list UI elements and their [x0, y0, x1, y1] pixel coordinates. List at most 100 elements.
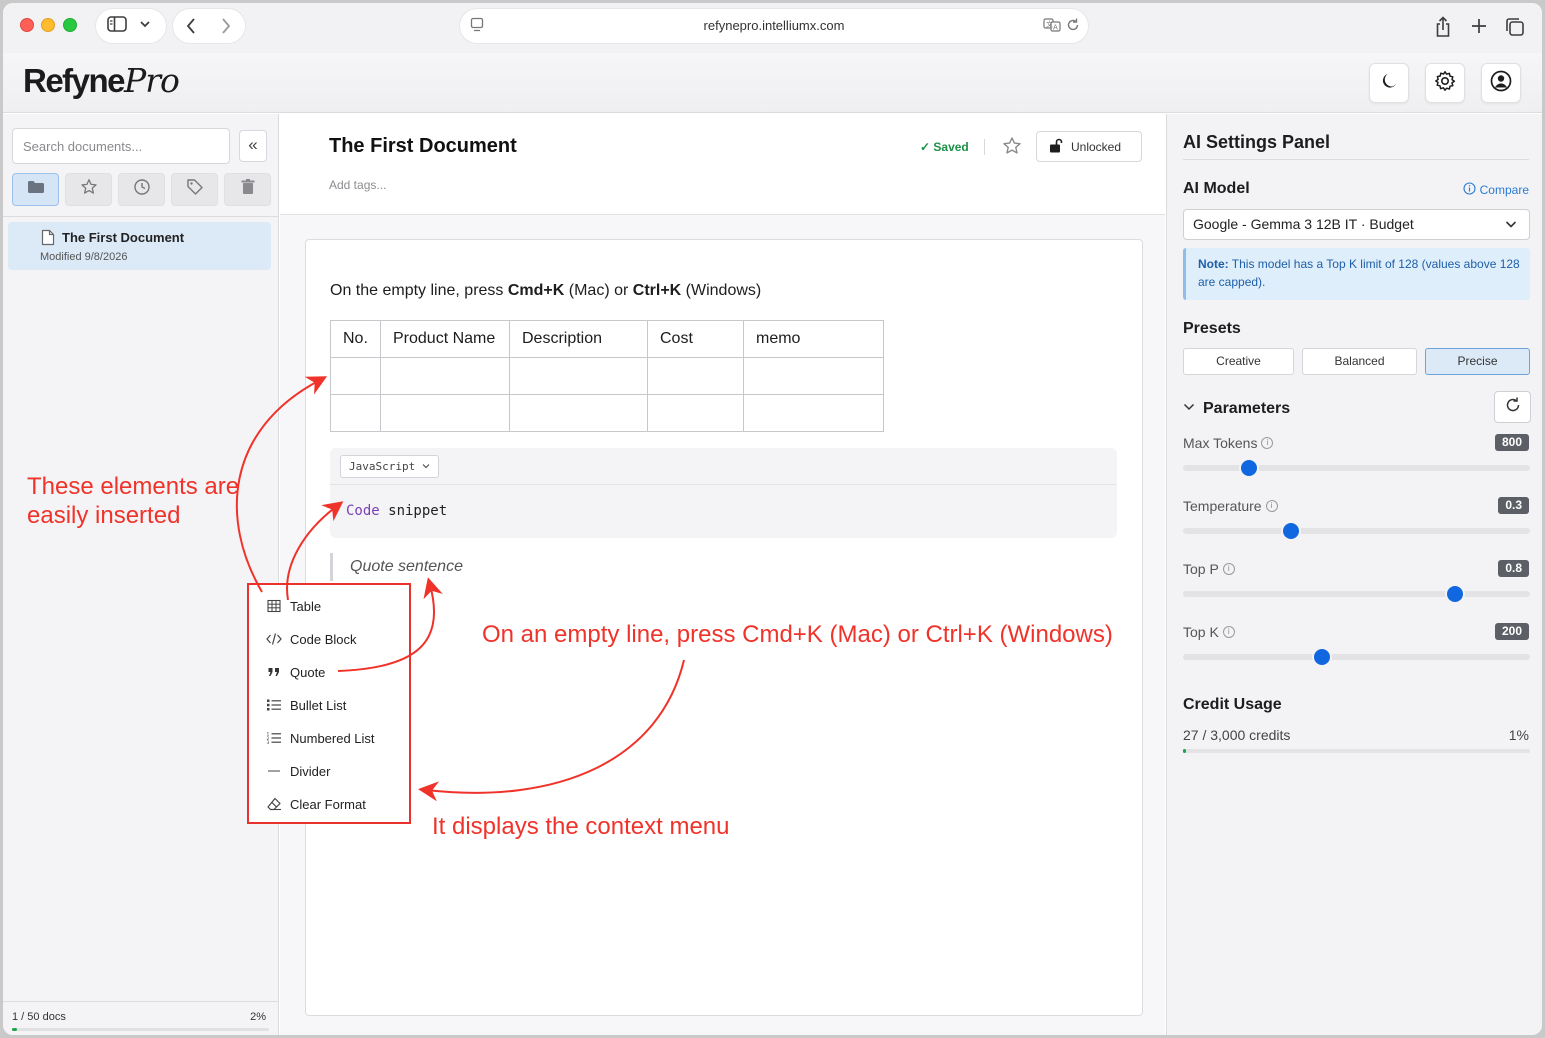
menu-item-label: Divider: [290, 763, 331, 779]
blockquote[interactable]: Quote sentence: [330, 553, 463, 581]
bullet-list-icon: [265, 697, 282, 714]
lock-toggle-button[interactable]: Unlocked: [1036, 131, 1142, 162]
settings-button[interactable]: [1425, 63, 1465, 103]
temperature-slider[interactable]: [1183, 523, 1530, 539]
slider-thumb[interactable]: [1282, 523, 1299, 539]
chevron-down-icon: [1505, 210, 1517, 249]
table-cell[interactable]: [380, 357, 510, 395]
table-cell[interactable]: [647, 394, 744, 432]
model-select-value: Google - Gemma 3 12B IT · Budget: [1193, 216, 1414, 232]
table-header-cell[interactable]: No.: [330, 320, 381, 358]
star-icon: [80, 178, 98, 201]
chevron-down-icon: [1183, 400, 1195, 418]
slider-thumb[interactable]: [1447, 586, 1464, 602]
tabs-overview-icon[interactable]: [1505, 17, 1525, 42]
slider-thumb[interactable]: [1313, 649, 1330, 665]
menu-item-divider[interactable]: Divider: [265, 760, 330, 782]
settings-icon: [1434, 70, 1456, 97]
app-logo[interactable]: RefynePro: [23, 61, 180, 100]
filter-trash[interactable]: [224, 173, 271, 206]
product-table[interactable]: No. Product Name Description Cost memo: [330, 320, 884, 432]
top-p-value: 0.8: [1498, 560, 1529, 577]
reload-icon[interactable]: [1066, 17, 1080, 38]
document-modified-date: Modified 9/8/2026: [40, 251, 128, 263]
zoom-window-button[interactable]: [63, 18, 77, 32]
document-title: The First Document: [62, 230, 185, 245]
share-icon[interactable]: [1434, 16, 1452, 43]
dark-mode-icon: [1379, 71, 1399, 96]
code-language-select[interactable]: JavaScript: [340, 455, 439, 478]
logo-text: Refyne: [23, 62, 126, 99]
table-header-cell[interactable]: Product Name: [380, 320, 510, 358]
top-p-slider[interactable]: [1183, 586, 1530, 602]
temperature-value: 0.3: [1498, 497, 1529, 514]
filter-recent[interactable]: [118, 173, 165, 206]
document-heading[interactable]: The First Document: [329, 135, 517, 158]
preset-creative[interactable]: Creative: [1183, 348, 1294, 375]
table-header-cell[interactable]: Cost: [647, 320, 744, 358]
table-cell[interactable]: [743, 357, 884, 395]
table-cell[interactable]: [330, 394, 381, 432]
menu-item-label: Bullet List: [290, 697, 347, 713]
history-nav-group: [173, 9, 245, 43]
code-icon: [265, 631, 282, 648]
dark-mode-button[interactable]: [1369, 63, 1409, 103]
code-block[interactable]: JavaScript Code snippet: [330, 448, 1117, 538]
address-bar[interactable]: refynepro.intelliumx.com 文A: [460, 9, 1088, 43]
top-k-slider[interactable]: [1183, 649, 1530, 665]
instruction-paragraph: On the empty line, press Cmd+K (Mac) or …: [330, 282, 762, 299]
table-icon: [265, 598, 282, 615]
menu-item-clear-format[interactable]: Clear Format: [265, 793, 366, 815]
table-cell[interactable]: [743, 394, 884, 432]
credit-count: 27 / 3,000 credits: [1183, 727, 1291, 743]
preset-balanced[interactable]: Balanced: [1302, 348, 1417, 375]
chevron-down-icon[interactable]: [139, 16, 151, 37]
back-icon[interactable]: [185, 17, 197, 40]
collapse-sidebar-button[interactable]: «: [239, 130, 267, 162]
translate-icon[interactable]: 文A: [1043, 17, 1061, 38]
table-cell[interactable]: [330, 357, 381, 395]
table-cell[interactable]: [509, 357, 648, 395]
code-line: Code snippet: [346, 503, 448, 519]
forward-icon[interactable]: [220, 17, 232, 40]
compare-link[interactable]: Compare: [1463, 182, 1529, 198]
menu-item-bullet-list[interactable]: Bullet List: [265, 694, 346, 716]
sidebar-divider: [3, 216, 279, 217]
max-tokens-slider[interactable]: [1183, 460, 1530, 476]
credit-percent: 1%: [1508, 727, 1529, 743]
reset-parameters-button[interactable]: [1494, 391, 1531, 423]
table-cell[interactable]: [509, 394, 648, 432]
table-cell[interactable]: [380, 394, 510, 432]
max-tokens-label: Max Tokens i: [1183, 435, 1274, 451]
table-cell[interactable]: [647, 357, 744, 395]
credit-usage-bar: [1183, 749, 1530, 753]
document-list-item[interactable]: The First Document Modified 9/8/2026: [8, 222, 271, 270]
svg-text:文: 文: [1046, 20, 1053, 29]
preset-precise[interactable]: Precise: [1425, 348, 1530, 375]
search-input[interactable]: [12, 128, 230, 164]
sidebar-toggle-icon[interactable]: [107, 16, 127, 37]
menu-item-quote[interactable]: Quote: [265, 661, 325, 683]
model-select[interactable]: Google - Gemma 3 12B IT · Budget: [1183, 209, 1530, 240]
table-header-cell[interactable]: Description: [509, 320, 648, 358]
minimize-window-button[interactable]: [41, 18, 55, 32]
slider-thumb[interactable]: [1240, 460, 1257, 476]
filter-favorites[interactable]: [65, 173, 112, 206]
compare-label: Compare: [1479, 183, 1529, 197]
numbered-list-icon: 123: [265, 730, 282, 747]
add-tags-input[interactable]: Add tags...: [329, 178, 386, 192]
filter-all-documents[interactable]: [12, 173, 59, 206]
parameters-toggle[interactable]: Parameters: [1183, 400, 1290, 418]
menu-item-numbered-list[interactable]: 123 Numbered List: [265, 727, 375, 749]
table-header-cell[interactable]: memo: [743, 320, 884, 358]
new-tab-icon[interactable]: [1470, 17, 1488, 40]
menu-item-code-block[interactable]: Code Block: [265, 628, 356, 650]
filter-tags[interactable]: [171, 173, 218, 206]
account-button[interactable]: [1481, 63, 1521, 103]
close-window-button[interactable]: [20, 18, 34, 32]
info-icon: i: [1261, 437, 1274, 449]
url-text: refynepro.intelliumx.com: [703, 18, 845, 33]
favorite-star-icon[interactable]: [1002, 136, 1022, 161]
menu-item-table[interactable]: Table: [265, 595, 321, 617]
unlock-icon: [1049, 138, 1063, 156]
